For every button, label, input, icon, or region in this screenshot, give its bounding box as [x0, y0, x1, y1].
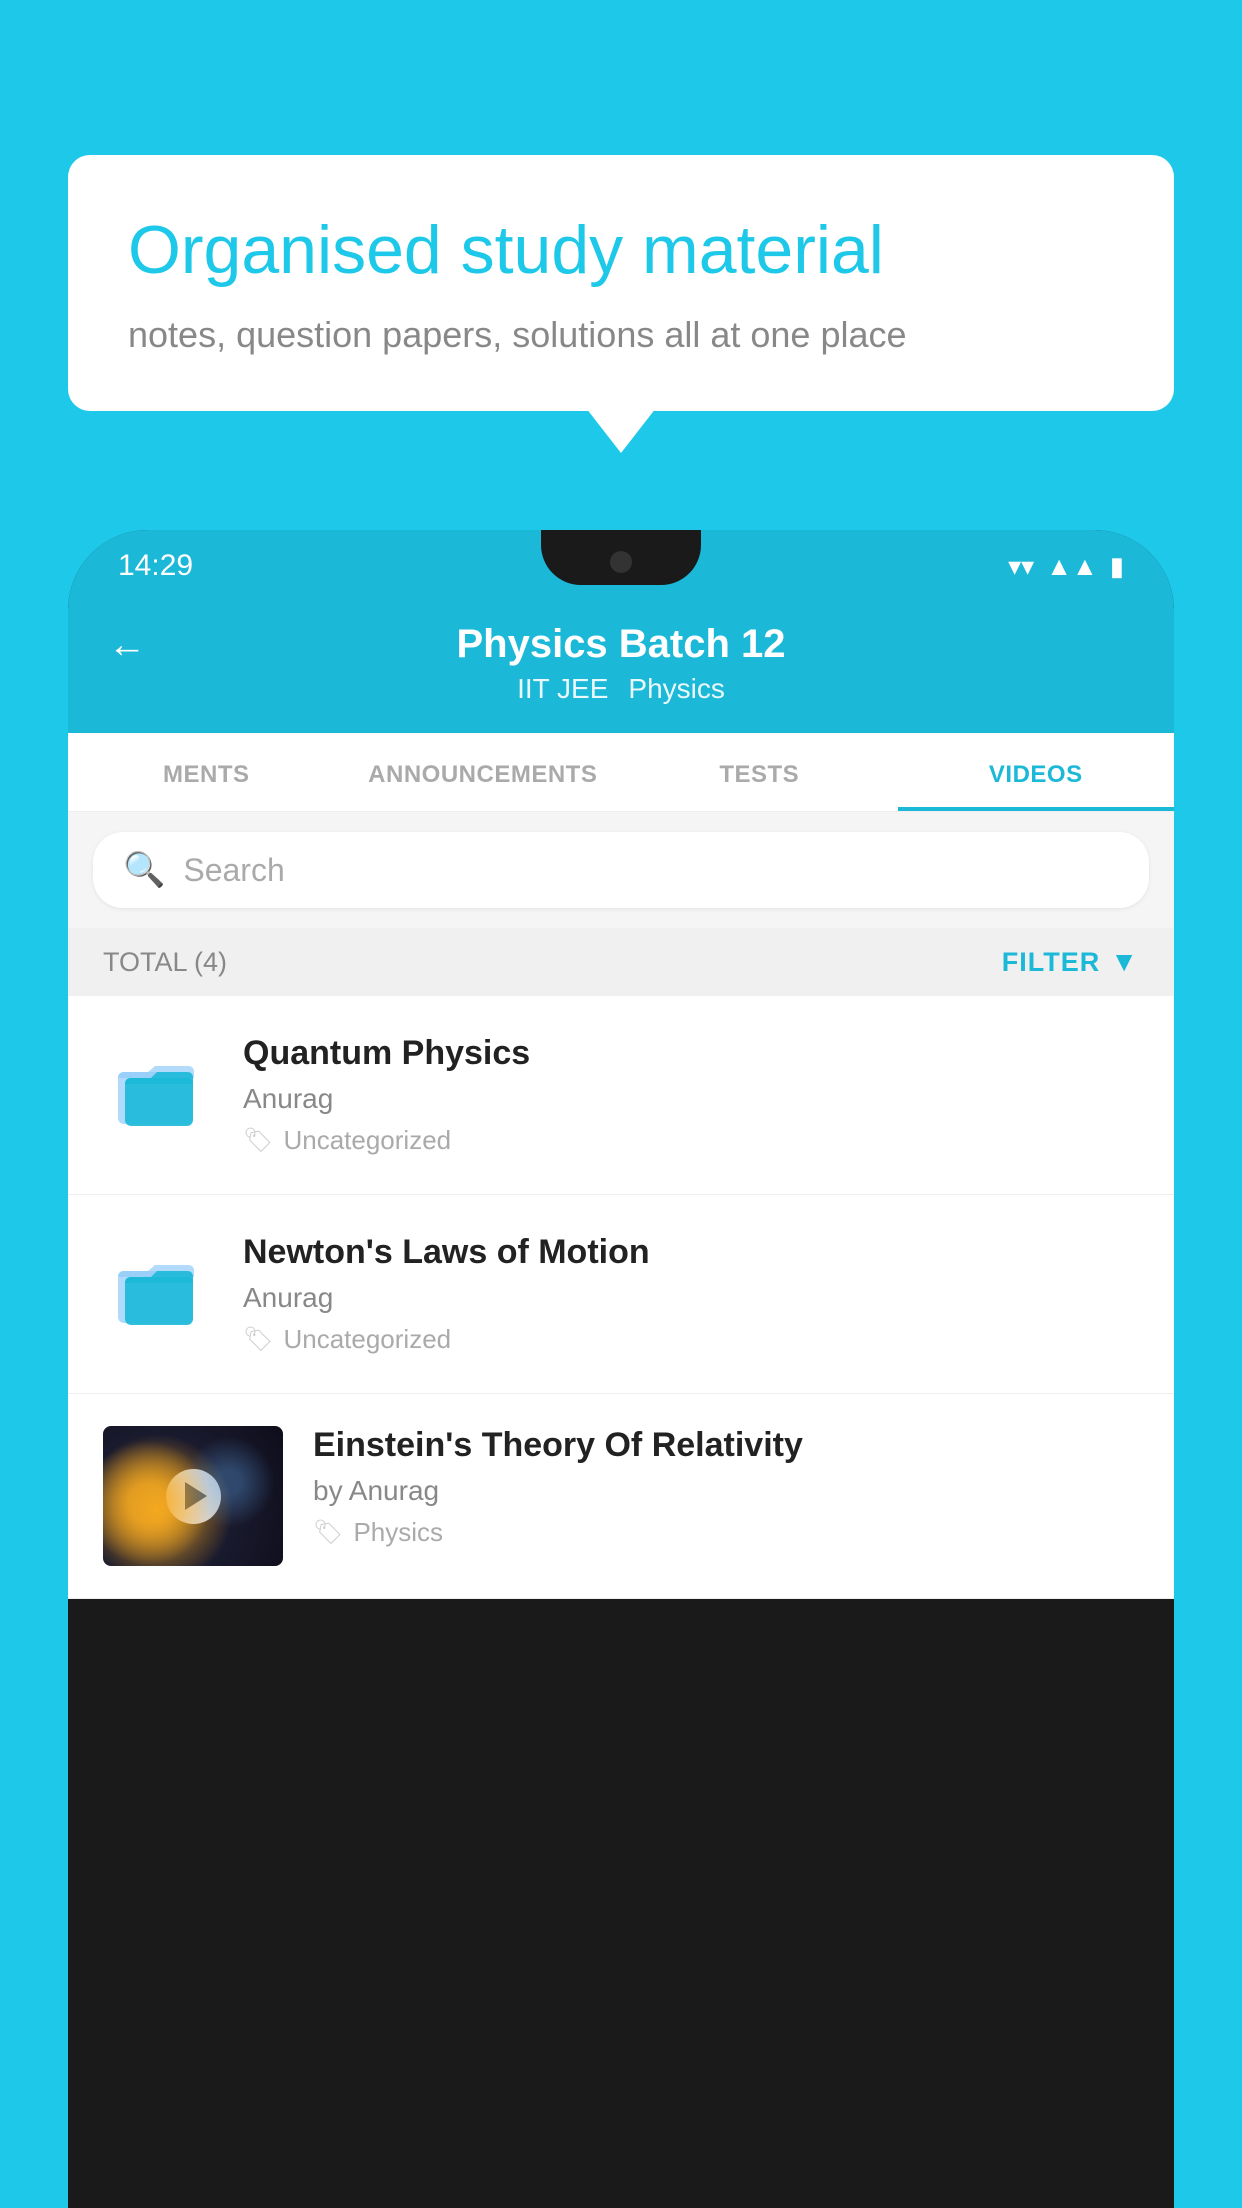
speech-bubble-card: Organised study material notes, question…	[68, 155, 1174, 411]
video-tag-2: 🏷 Uncategorized	[243, 1324, 1139, 1355]
video-info-2: Newton's Laws of Motion Anurag 🏷 Uncateg…	[243, 1233, 1139, 1355]
tag-icon-1: 🏷	[243, 1126, 273, 1155]
subtitle-iitjee: IIT JEE	[517, 673, 608, 705]
video-thumbnail-3	[103, 1426, 283, 1566]
status-time: 14:29	[118, 549, 193, 583]
phone-frame: 14:29 ▾▾ ▲▲ ▮ ← Physics Batch 12 IIT JEE…	[68, 530, 1174, 2208]
video-tag-1: 🏷 Uncategorized	[243, 1125, 1139, 1156]
video-list: Quantum Physics Anurag 🏷 Uncategorized	[68, 996, 1174, 1599]
video-item-3[interactable]: Einstein's Theory Of Relativity by Anura…	[68, 1394, 1174, 1599]
filter-button[interactable]: FILTER ▼	[1002, 946, 1139, 978]
video-tag-3: 🏷 Physics	[313, 1517, 1139, 1548]
app-title: Physics Batch 12	[456, 622, 785, 667]
play-button-3[interactable]	[166, 1469, 221, 1524]
status-bar: 14:29 ▾▾ ▲▲ ▮	[68, 530, 1174, 602]
filter-funnel-icon: ▼	[1110, 946, 1139, 978]
play-triangle-icon	[185, 1482, 207, 1510]
search-icon: 🔍	[123, 850, 165, 890]
search-bar[interactable]: 🔍 Search	[93, 832, 1149, 908]
notch	[541, 530, 701, 585]
tab-ments[interactable]: MENTS	[68, 733, 345, 811]
folder-icon-1	[113, 1044, 203, 1134]
search-input[interactable]: Search	[183, 852, 284, 889]
app-subtitle: IIT JEE Physics	[517, 673, 725, 705]
subtitle-physics: Physics	[628, 673, 724, 705]
video-title-1: Quantum Physics	[243, 1034, 1139, 1073]
video-title-2: Newton's Laws of Motion	[243, 1233, 1139, 1272]
video-thumb-1	[103, 1034, 213, 1144]
video-item-2[interactable]: Newton's Laws of Motion Anurag 🏷 Uncateg…	[68, 1195, 1174, 1394]
tag-icon-3: 🏷	[313, 1518, 343, 1547]
tag-icon-2: 🏷	[243, 1325, 273, 1354]
camera	[610, 551, 632, 573]
video-thumb-2	[103, 1233, 213, 1343]
total-count: TOTAL (4)	[103, 947, 227, 978]
search-bar-container: 🔍 Search	[68, 812, 1174, 928]
speech-bubble-section: Organised study material notes, question…	[68, 155, 1174, 411]
video-author-1: Anurag	[243, 1083, 1139, 1115]
video-info-3: Einstein's Theory Of Relativity by Anura…	[313, 1426, 1139, 1548]
wifi-icon: ▾▾	[1008, 551, 1034, 582]
tab-tests[interactable]: TESTS	[621, 733, 898, 811]
folder-icon-2	[113, 1243, 203, 1333]
bubble-title: Organised study material	[128, 210, 1114, 292]
tabs-bar: MENTS ANNOUNCEMENTS TESTS VIDEOS	[68, 733, 1174, 812]
tab-announcements[interactable]: ANNOUNCEMENTS	[345, 733, 622, 811]
filter-bar: TOTAL (4) FILTER ▼	[68, 928, 1174, 996]
tab-videos[interactable]: VIDEOS	[898, 733, 1175, 811]
battery-icon: ▮	[1110, 551, 1124, 582]
video-title-3: Einstein's Theory Of Relativity	[313, 1426, 1139, 1465]
bubble-subtitle: notes, question papers, solutions all at…	[128, 314, 1114, 356]
video-item-1[interactable]: Quantum Physics Anurag 🏷 Uncategorized	[68, 996, 1174, 1195]
back-button[interactable]: ←	[108, 624, 146, 667]
video-author-3: by Anurag	[313, 1475, 1139, 1507]
video-author-2: Anurag	[243, 1282, 1139, 1314]
signal-icon: ▲▲	[1046, 551, 1097, 582]
status-icons: ▾▾ ▲▲ ▮	[1008, 551, 1124, 582]
content-area: 🔍 Search TOTAL (4) FILTER ▼	[68, 812, 1174, 1599]
video-info-1: Quantum Physics Anurag 🏷 Uncategorized	[243, 1034, 1139, 1156]
app-header: ← Physics Batch 12 IIT JEE Physics	[68, 602, 1174, 733]
